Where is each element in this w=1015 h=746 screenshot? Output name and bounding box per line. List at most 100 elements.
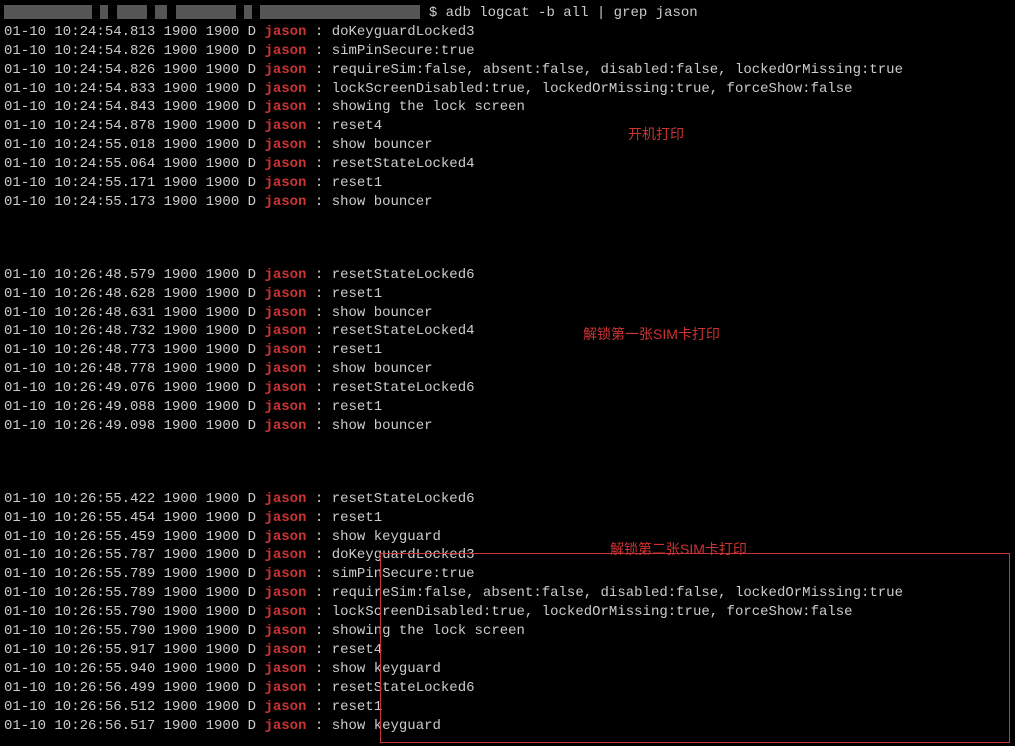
log-prefix: 01-10 10:24:54.826 1900 1900 D [4,43,264,59]
log-prefix: 01-10 10:24:55.173 1900 1900 D [4,194,264,210]
log-line: 01-10 10:24:54.878 1900 1900 D jason : r… [4,117,1011,136]
redacted-segment [260,5,420,19]
annotation-sim1: 解锁第一张SIM卡打印 [583,325,720,344]
log-tag: jason [264,361,306,377]
log-prefix: 01-10 10:26:48.778 1900 1900 D [4,361,264,377]
log-prefix: 01-10 10:26:49.098 1900 1900 D [4,418,264,434]
log-separator: : [306,118,331,134]
log-line: 01-10 10:24:54.833 1900 1900 D jason : l… [4,80,1011,99]
log-line: 01-10 10:26:55.790 1900 1900 D jason : l… [4,603,1011,622]
log-separator: : [306,566,331,582]
redacted-area [4,5,429,21]
log-prefix: 01-10 10:26:55.459 1900 1900 D [4,529,264,545]
log-line: 01-10 10:26:48.778 1900 1900 D jason : s… [4,360,1011,379]
log-message: resetStateLocked6 [332,680,475,696]
log-tag: jason [264,286,306,302]
log-line: 01-10 10:24:54.843 1900 1900 D jason : s… [4,98,1011,117]
log-separator: : [306,380,331,396]
log-block-boot: 01-10 10:24:54.813 1900 1900 D jason : d… [4,23,1011,212]
log-separator: : [306,99,331,115]
log-message: resetStateLocked6 [332,380,475,396]
log-message: doKeyguardLocked3 [332,547,475,563]
log-prefix: 01-10 10:26:56.499 1900 1900 D [4,680,264,696]
log-prefix: 01-10 10:24:54.843 1900 1900 D [4,99,264,115]
log-line: 01-10 10:24:55.064 1900 1900 D jason : r… [4,155,1011,174]
log-line: 01-10 10:26:56.499 1900 1900 D jason : r… [4,679,1011,698]
log-tag: jason [264,661,306,677]
log-tag: jason [264,267,306,283]
log-separator: : [306,585,331,601]
log-message: reset1 [332,342,382,358]
log-line: 01-10 10:26:49.098 1900 1900 D jason : s… [4,417,1011,436]
redacted-segment [176,5,236,19]
log-prefix: 01-10 10:24:55.171 1900 1900 D [4,175,264,191]
log-prefix: 01-10 10:26:56.517 1900 1900 D [4,718,264,734]
log-message: doKeyguardLocked3 [332,24,475,40]
log-tag: jason [264,491,306,507]
log-prefix: 01-10 10:24:54.833 1900 1900 D [4,81,264,97]
log-separator: : [306,81,331,97]
log-line: 01-10 10:26:48.631 1900 1900 D jason : s… [4,304,1011,323]
log-tag: jason [264,623,306,639]
log-separator: : [306,342,331,358]
log-tag: jason [264,604,306,620]
log-tag: jason [264,323,306,339]
log-line: 01-10 10:24:54.813 1900 1900 D jason : d… [4,23,1011,42]
log-separator: : [306,718,331,734]
log-message: reset1 [332,286,382,302]
log-separator: : [306,547,331,563]
log-tag: jason [264,718,306,734]
annotation-boot: 开机打印 [628,125,684,144]
log-tag: jason [264,399,306,415]
log-line: 01-10 10:26:55.789 1900 1900 D jason : r… [4,584,1011,603]
log-tag: jason [264,194,306,210]
log-separator: : [306,62,331,78]
log-separator: : [306,623,331,639]
log-line: 01-10 10:26:48.773 1900 1900 D jason : r… [4,341,1011,360]
log-line: 01-10 10:26:55.790 1900 1900 D jason : s… [4,622,1011,641]
log-tag: jason [264,585,306,601]
log-prefix: 01-10 10:26:55.454 1900 1900 D [4,510,264,526]
log-line: 01-10 10:26:55.454 1900 1900 D jason : r… [4,509,1011,528]
log-line: 01-10 10:26:56.512 1900 1900 D jason : r… [4,698,1011,717]
log-separator: : [306,680,331,696]
log-message: reset4 [332,642,382,658]
log-message: reset1 [332,175,382,191]
log-line: 01-10 10:26:55.917 1900 1900 D jason : r… [4,641,1011,660]
log-prefix: 01-10 10:24:54.813 1900 1900 D [4,24,264,40]
log-line: 01-10 10:24:55.173 1900 1900 D jason : s… [4,193,1011,212]
log-message: simPinSecure:true [332,43,475,59]
log-message: showing the lock screen [332,99,525,115]
log-message: resetStateLocked4 [332,156,475,172]
log-separator: : [306,43,331,59]
log-line: 01-10 10:26:48.732 1900 1900 D jason : r… [4,322,1011,341]
log-message: resetStateLocked6 [332,267,475,283]
log-line: 01-10 10:24:55.018 1900 1900 D jason : s… [4,136,1011,155]
log-prefix: 01-10 10:26:48.773 1900 1900 D [4,342,264,358]
log-tag: jason [264,81,306,97]
log-prefix: 01-10 10:24:54.826 1900 1900 D [4,62,264,78]
log-tag: jason [264,529,306,545]
log-line: 01-10 10:24:55.171 1900 1900 D jason : r… [4,174,1011,193]
log-message: show bouncer [332,194,433,210]
log-line: 01-10 10:26:55.787 1900 1900 D jason : d… [4,546,1011,565]
log-prefix: 01-10 10:26:55.422 1900 1900 D [4,491,264,507]
log-tag: jason [264,118,306,134]
log-separator: : [306,137,331,153]
log-separator: : [306,604,331,620]
log-tag: jason [264,418,306,434]
log-prefix: 01-10 10:26:49.076 1900 1900 D [4,380,264,396]
redacted-segment [117,5,147,19]
log-prefix: 01-10 10:26:55.789 1900 1900 D [4,585,264,601]
log-tag: jason [264,547,306,563]
log-separator: : [306,642,331,658]
log-message: show bouncer [332,361,433,377]
log-block-sim1-unlock: 01-10 10:26:48.579 1900 1900 D jason : r… [4,266,1011,436]
log-tag: jason [264,99,306,115]
log-message: requireSim:false, absent:false, disabled… [332,585,903,601]
log-prefix: 01-10 10:26:48.579 1900 1900 D [4,267,264,283]
log-line: 01-10 10:24:54.826 1900 1900 D jason : r… [4,61,1011,80]
log-tag: jason [264,680,306,696]
redacted-segment [100,5,108,19]
log-tag: jason [264,137,306,153]
